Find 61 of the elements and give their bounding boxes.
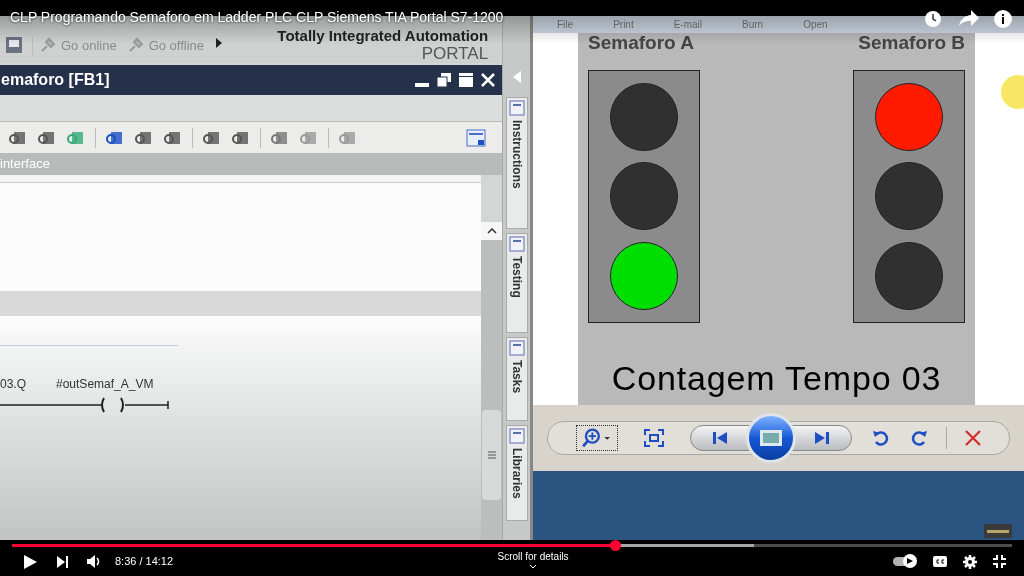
side-tab[interactable]: Testing xyxy=(505,233,528,333)
share-icon[interactable] xyxy=(959,10,979,26)
rotate-right-icon[interactable] xyxy=(910,429,928,447)
toolbar-button[interactable]: Go offline xyxy=(126,35,205,55)
expand-arrow-icon[interactable] xyxy=(216,38,223,48)
traffic-light-label: Semaforo A xyxy=(588,33,694,53)
tab-icon xyxy=(508,100,525,116)
play-icon xyxy=(907,558,913,564)
maximize-icon[interactable] xyxy=(459,73,474,87)
side-tab[interactable]: Instructions xyxy=(505,97,528,229)
menu-item[interactable]: Burn xyxy=(742,17,764,32)
scrollbar-thumb[interactable] xyxy=(482,410,502,500)
panel-icon[interactable] xyxy=(466,128,487,147)
exit-fullscreen-icon[interactable] xyxy=(993,555,1006,568)
scroll-up-button[interactable] xyxy=(481,222,503,240)
zoom-icon[interactable] xyxy=(576,425,618,451)
scroll-hint[interactable]: Scroll for details xyxy=(497,548,569,564)
skip-next-icon xyxy=(813,431,831,445)
brand-title: Totally Integrated Automation xyxy=(277,27,489,44)
toolbar-button[interactable]: Go online xyxy=(32,35,117,55)
settings-icon[interactable] xyxy=(963,554,977,569)
side-tab[interactable]: Tasks xyxy=(505,337,528,421)
channel-logo-icon xyxy=(984,524,1012,538)
coil-label: #outSemaf_A_VM xyxy=(56,376,154,393)
menu-item[interactable]: Print xyxy=(613,17,634,32)
autoplay-toggle[interactable] xyxy=(893,557,915,566)
traffic-light-label: Semaforo B xyxy=(858,33,965,53)
time-display: 8:36 / 14:12 xyxy=(115,554,174,570)
delete-icon[interactable] xyxy=(965,430,981,446)
interface-label[interactable]: interface xyxy=(0,154,50,174)
scrubber-handle[interactable] xyxy=(610,540,621,551)
side-tab[interactable]: Libraries xyxy=(505,425,528,521)
chevron-up-icon xyxy=(486,228,497,234)
play-icon[interactable] xyxy=(24,554,37,569)
image-icon xyxy=(760,430,782,446)
tab-icon xyxy=(508,340,525,356)
menu-item[interactable]: File xyxy=(557,17,574,32)
menu-item[interactable]: E-mail xyxy=(673,17,703,32)
operand-label: 03.Q xyxy=(0,376,26,393)
menu-item[interactable]: Open xyxy=(803,17,828,32)
editor-title: emaforo [FB1] xyxy=(1,70,110,90)
tab-icon xyxy=(508,428,525,444)
rotate-left-icon[interactable] xyxy=(872,429,890,447)
captions-icon[interactable] xyxy=(933,556,947,567)
fit-window-icon[interactable] xyxy=(644,429,664,447)
previous-button[interactable] xyxy=(690,425,750,451)
cursor-highlight xyxy=(1000,74,1024,110)
next-video-icon[interactable] xyxy=(57,555,69,568)
skip-previous-icon xyxy=(711,431,729,445)
next-button[interactable] xyxy=(792,425,852,451)
runtime-icon[interactable] xyxy=(4,35,24,55)
slideshow-button[interactable] xyxy=(746,413,796,463)
restore-icon[interactable] xyxy=(437,73,452,87)
info-icon[interactable] xyxy=(994,10,1012,28)
brand-subtitle: PORTAL xyxy=(421,44,489,64)
close-icon[interactable] xyxy=(481,73,496,87)
tab-icon xyxy=(508,236,525,252)
caption: Contagem Tempo 03 xyxy=(611,358,942,399)
clock-icon[interactable] xyxy=(924,10,942,28)
volume-icon[interactable] xyxy=(87,555,101,568)
chevron-down-icon[interactable] xyxy=(529,563,538,569)
